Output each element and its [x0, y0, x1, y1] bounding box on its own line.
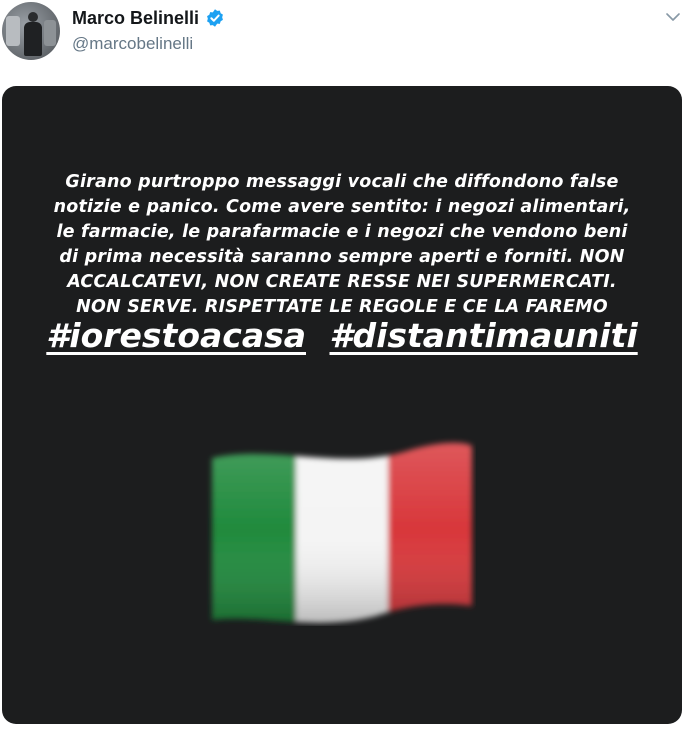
hashtag-distantimauniti: #distantimauniti: [329, 316, 638, 355]
chevron-down-icon[interactable]: [664, 8, 682, 26]
display-name[interactable]: Marco Belinelli: [72, 8, 199, 29]
avatar-person-head: [28, 12, 38, 22]
italy-flag-icon: [212, 442, 472, 623]
story-text-line: di prima necessità saranno sempre aperti…: [59, 247, 625, 267]
user-handle[interactable]: @marcobelinelli: [72, 34, 193, 54]
hashtag-iorestoacasa: #iorestoacasa: [46, 316, 306, 355]
name-row: Marco Belinelli: [72, 6, 225, 30]
avatar-background-figure: [6, 16, 20, 46]
story-text: Girano purtroppo messaggi vocali che dif…: [22, 170, 662, 320]
hashtags: #iorestoacasa #distantimauniti: [22, 316, 662, 355]
verified-badge-icon: [207, 9, 223, 27]
avatar-person-body: [24, 22, 42, 56]
story-image[interactable]: Girano purtroppo messaggi vocali che dif…: [2, 86, 682, 724]
story-text-line: ACCALCATEVI, NON CREATE RESSE NEI SUPERM…: [67, 272, 617, 292]
avatar-background-figure: [44, 20, 56, 46]
story-text-line: notizie e panico. Come avere sentito: i …: [53, 197, 631, 217]
avatar[interactable]: [2, 2, 60, 60]
story-text-line: le farmacie, le parafarmacie e i negozi …: [56, 222, 628, 242]
tweet-header: Marco Belinelli @marcobelinelli: [0, 0, 692, 80]
story-text-line: Girano purtroppo messaggi vocali che dif…: [65, 172, 619, 192]
